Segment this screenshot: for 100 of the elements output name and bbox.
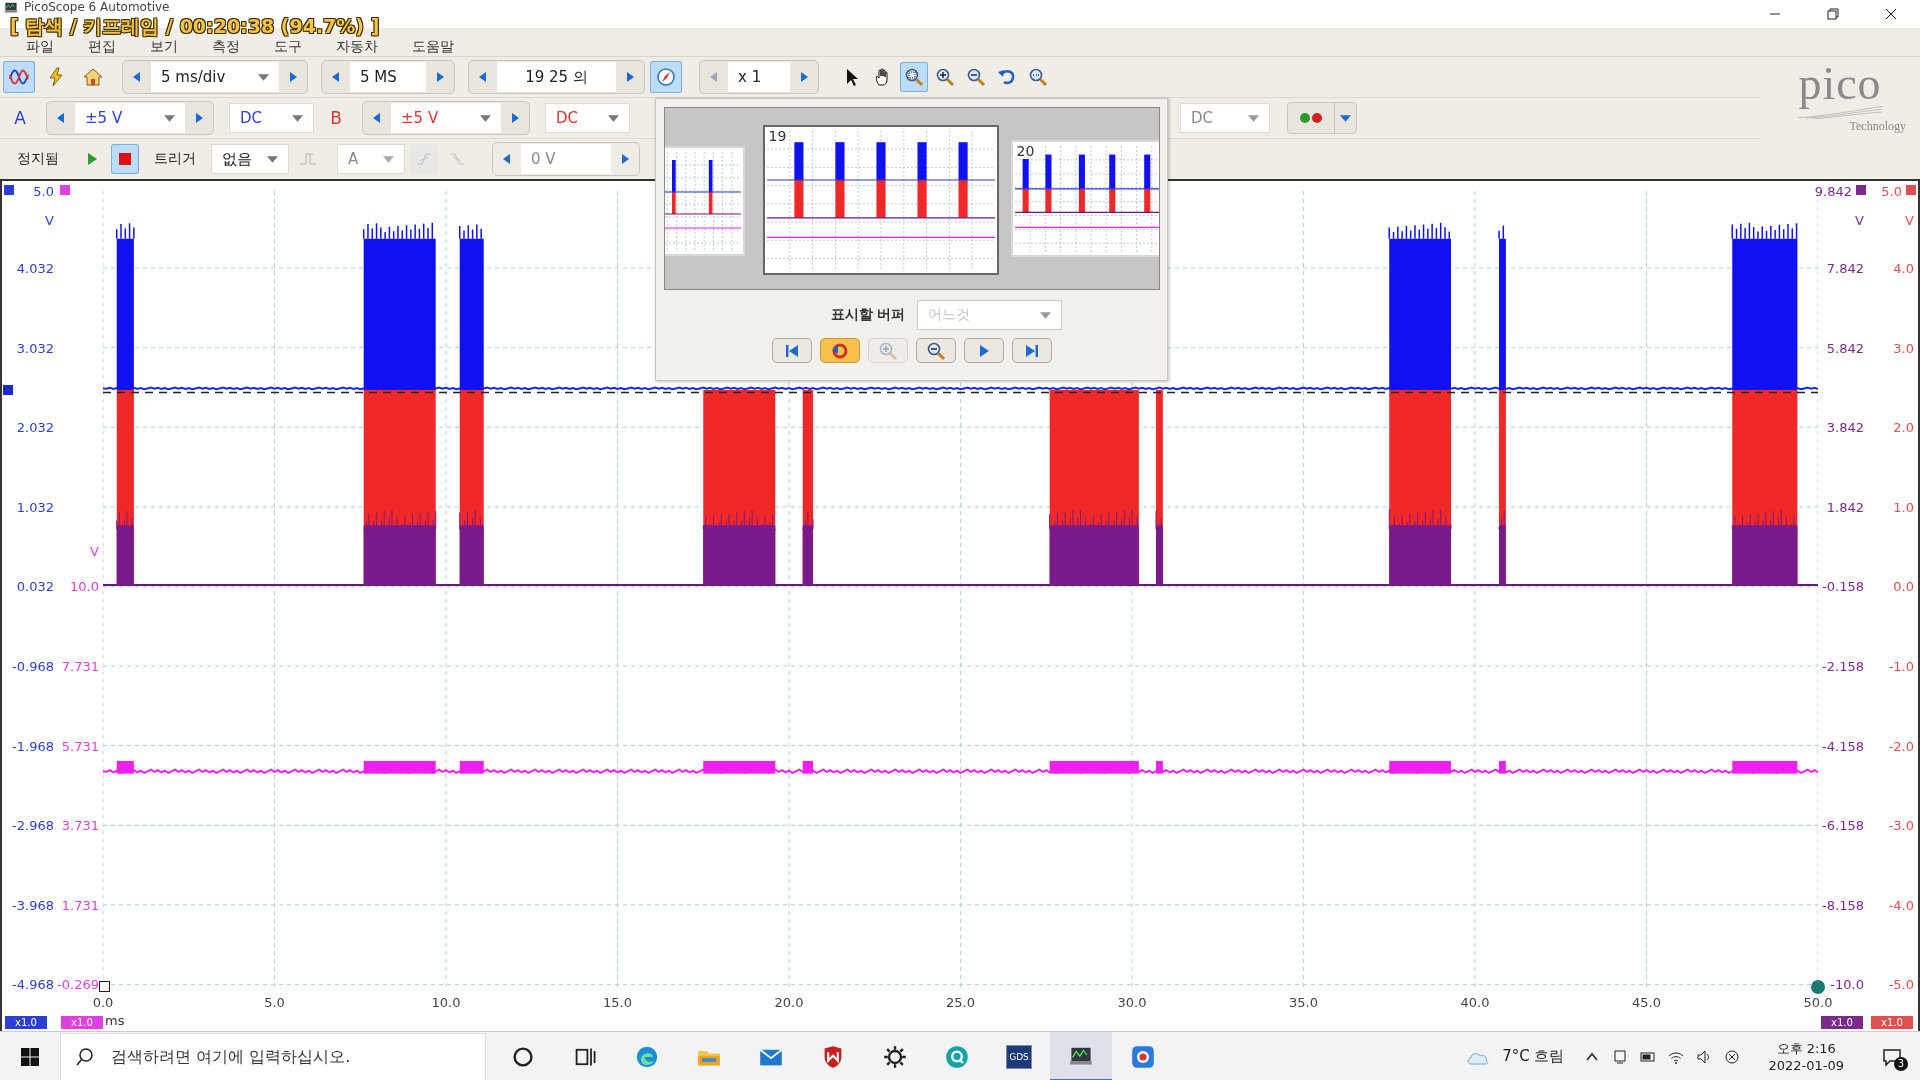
axis-tick-label: -8.158 — [1822, 897, 1864, 913]
caret-icon — [383, 155, 394, 163]
trigger-marker[interactable] — [99, 981, 110, 992]
buffer-number: 19 — [768, 128, 787, 144]
q-app-icon — [945, 1044, 969, 1069]
video-caption: [ 탐색 / 키프레임 / 00:20:38 (94.7%) ] — [10, 15, 380, 38]
scale-badge[interactable]: x1.0 — [61, 1015, 103, 1029]
axis-tick-label: 3.032 — [16, 340, 54, 356]
axis-tick-label: 10.0 — [70, 578, 99, 594]
left-triangle-icon — [133, 72, 141, 82]
axis-tick-label: 10.0 — [431, 995, 461, 1010]
blocked-icon[interactable] — [1724, 1048, 1741, 1065]
axis-tick-label: 1.731 — [61, 897, 99, 913]
axis-tick-label: 3.731 — [61, 817, 99, 833]
search-icon — [75, 1046, 95, 1067]
axis-tick-label: -1.0 — [1888, 658, 1914, 674]
axis-unit-label: V — [45, 212, 54, 228]
clock-time[interactable]: 오후 2:16 — [1776, 1039, 1836, 1057]
offset-marker[interactable] — [3, 385, 13, 395]
axis-tick-label: 30.0 — [1117, 995, 1147, 1010]
first-button[interactable] — [771, 338, 812, 363]
home-icon — [83, 67, 103, 87]
axis-tick-label: 7.731 — [61, 658, 99, 674]
channel-marker[interactable] — [1906, 185, 1916, 195]
buffer-thumbnail[interactable]: 19 — [762, 125, 999, 275]
axis-tick-label: 45.0 — [1632, 995, 1661, 1010]
gear-icon — [883, 1044, 907, 1069]
menu-item[interactable]: 측정 — [208, 38, 244, 56]
channel-marker[interactable] — [60, 185, 70, 195]
axis-tick-label: -6.158 — [1822, 817, 1864, 833]
coupling-dropdown[interactable]: DC — [545, 103, 630, 133]
scope-app-taskbar-button[interactable] — [1050, 1031, 1112, 1080]
axis-tick-label: -3.968 — [12, 897, 54, 913]
channel-label[interactable]: B — [323, 108, 349, 128]
axis-tick-label: -2.158 — [1822, 658, 1864, 674]
scale-badge[interactable]: x1.0 — [5, 1015, 47, 1029]
range-dropdown[interactable]: ±5 V — [391, 103, 501, 133]
weather-text[interactable]: 7°C 흐림 — [1502, 1047, 1565, 1066]
windows-logo-icon — [20, 1046, 40, 1067]
right-triangle-icon — [289, 72, 297, 82]
axis-tick-label: -5.0 — [1888, 976, 1914, 992]
search-field[interactable]: 검색하려면 여기에 입력하십시오. — [60, 1032, 486, 1080]
channel-marker[interactable] — [1856, 185, 1866, 195]
device-icon[interactable] — [1612, 1048, 1629, 1065]
axis-tick-label: 1.032 — [16, 499, 54, 515]
menu-item[interactable]: 보기 — [146, 38, 182, 56]
axis-tick-label: -1.968 — [12, 738, 54, 754]
compass-icon — [656, 67, 676, 87]
menu-item[interactable]: 자동차 — [332, 38, 382, 56]
timebase-dropdown[interactable]: 5 ms/div — [151, 62, 279, 92]
trigger-label: 트리거 — [154, 150, 196, 168]
scope-mode-button[interactable] — [3, 61, 35, 93]
last-button[interactable] — [1011, 338, 1052, 363]
close-icon — [1885, 8, 1897, 20]
axis-tick-label: -2.0 — [1888, 738, 1914, 754]
caret-icon — [1248, 114, 1259, 122]
axis-tick-label: -10.0 — [1830, 976, 1864, 992]
undo-icon — [997, 67, 1017, 87]
zoom-out-button[interactable] — [915, 338, 956, 363]
camera-icon — [1131, 1044, 1155, 1069]
trigger-mode-dropdown[interactable]: 없음 — [211, 144, 289, 174]
axis-tick-label: 9.842 — [1814, 183, 1852, 199]
coupling-dropdown[interactable]: DC — [229, 103, 314, 133]
caret-icon — [1340, 114, 1351, 122]
caret-icon — [480, 114, 491, 122]
caret-icon — [267, 155, 278, 163]
channel-marker[interactable] — [4, 185, 14, 195]
search-input[interactable]: 검색하려면 여기에 입력하십시오. — [109, 1046, 485, 1067]
axis-tick-label: 2.0 — [1893, 419, 1914, 435]
caret-icon — [1040, 311, 1052, 319]
axis-tick-label: 15.0 — [603, 995, 632, 1010]
menu-item[interactable]: 파일 — [22, 38, 58, 56]
logo-tagline: Technology — [1849, 119, 1906, 134]
stop-button[interactable] — [111, 144, 139, 174]
ruler-handle[interactable] — [1811, 980, 1825, 994]
gds-taskbar-button[interactable]: GDS — [988, 1031, 1050, 1080]
zoom-box-tool-button[interactable] — [900, 62, 928, 92]
scale-badge[interactable]: x1.0 — [1871, 1015, 1913, 1029]
axis-tick-label: 0.0 — [1893, 578, 1914, 594]
zoom-out-icon — [925, 340, 946, 361]
axis-unit-label: V — [1905, 212, 1914, 228]
window-title: PicoScope 6 Automotive — [24, 0, 170, 14]
stop-icon — [117, 151, 133, 167]
back-button[interactable] — [819, 338, 860, 363]
menu-item[interactable]: 도구 — [270, 38, 306, 56]
zoom-in-icon — [935, 67, 955, 87]
scale-badge[interactable]: x1.0 — [1821, 1015, 1863, 1029]
buffer-thumbnail[interactable]: 20 — [1010, 140, 1159, 257]
clock-date[interactable]: 2022-01-09 — [1768, 1056, 1844, 1074]
channel-label[interactable]: A — [7, 108, 33, 128]
notification-button[interactable]: 3 — [1872, 1036, 1912, 1077]
caret-icon — [164, 114, 175, 122]
menu-item[interactable]: 도움말 — [408, 38, 458, 56]
caret-icon — [292, 114, 303, 122]
caret-icon — [608, 114, 619, 122]
range-dropdown[interactable]: ±5 V — [75, 103, 185, 133]
buffer-navigator-button[interactable] — [650, 61, 682, 93]
menu-item[interactable]: 편집 — [84, 38, 120, 56]
next-button[interactable] — [963, 338, 1004, 363]
axis-tick-label: 1.842 — [1826, 499, 1864, 515]
